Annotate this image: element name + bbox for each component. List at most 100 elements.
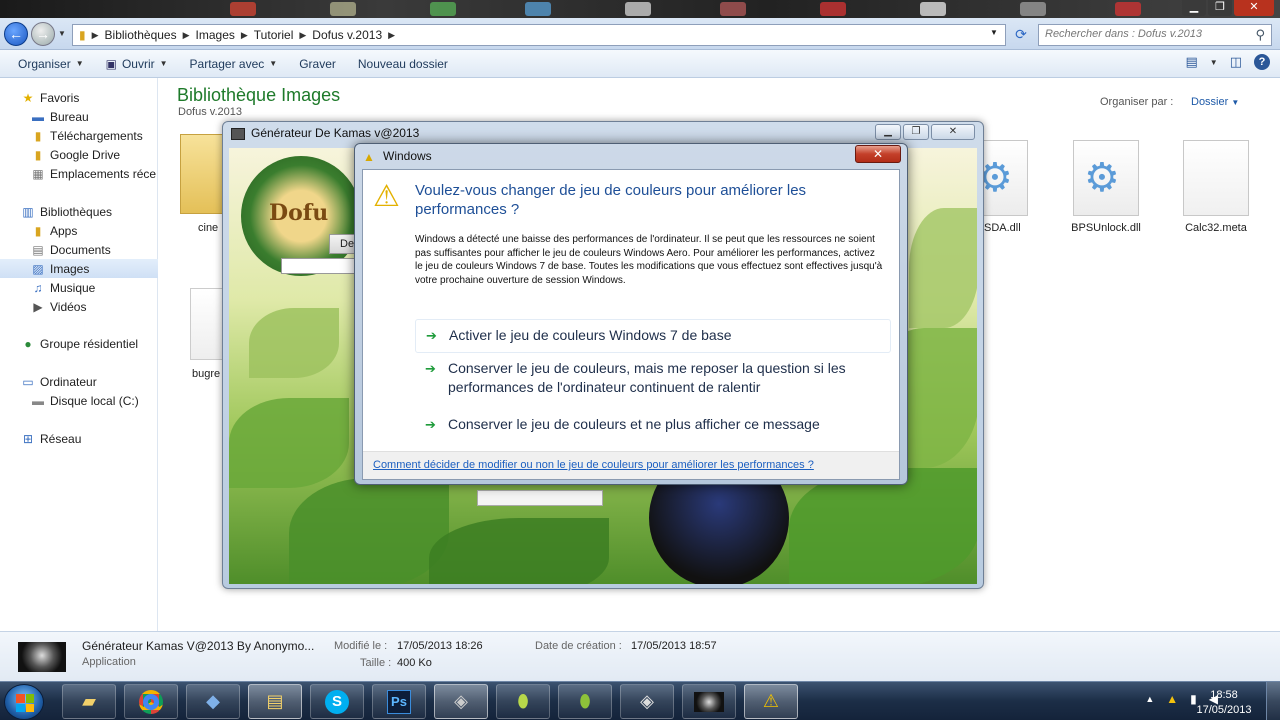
warning-icon: ⚠: [762, 691, 780, 711]
breadcrumb-images[interactable]: Images: [196, 28, 235, 42]
modified-label: Modifié le :: [334, 640, 388, 652]
apps-icon: ▮: [34, 223, 42, 238]
file-item[interactable]: cine: [180, 134, 224, 234]
arrange-by-dropdown[interactable]: Dossier ▼: [1191, 96, 1239, 108]
close-button[interactable]: ✕: [931, 124, 975, 140]
show-desktop-button[interactable]: [1266, 682, 1280, 720]
organize-button[interactable]: Organiser ▼: [18, 57, 84, 71]
start-button[interactable]: [4, 684, 44, 720]
taskbar-photoshop[interactable]: Ps: [372, 684, 426, 719]
color-scheme-dialog[interactable]: ▲ Windows ✕ ⚠ Voulez-vous changer de jeu…: [354, 143, 908, 485]
breadcrumb-libraries[interactable]: Bibliothèques: [105, 28, 177, 42]
taskbar-app-folder[interactable]: ▰: [62, 684, 116, 719]
nav-documents[interactable]: ▤ Documents: [30, 240, 188, 259]
library-subtitle: Dofus v.2013: [178, 106, 243, 118]
maximize-button[interactable]: ❐: [903, 124, 929, 140]
minimize-button[interactable]: ▁: [875, 124, 901, 140]
file-item[interactable]: ⚙ SDA.dll: [982, 140, 1032, 234]
open-label: Ouvrir: [121, 56, 155, 71]
history-dropdown-icon[interactable]: ▼: [58, 29, 66, 38]
nav-homegroup[interactable]: ● Groupe résidentiel: [20, 334, 178, 353]
search-input[interactable]: Rechercher dans : Dofus v.2013 ⚲: [1038, 24, 1272, 46]
file-item[interactable]: Calc32.meta: [1176, 140, 1256, 234]
share-button[interactable]: Partager avec ▼: [190, 57, 278, 71]
warning-icon: ⚠: [373, 180, 400, 213]
address-dropdown-icon[interactable]: ▼: [990, 28, 998, 37]
input-field[interactable]: [281, 258, 361, 274]
taskbar-kamas[interactable]: ◈: [434, 684, 488, 719]
nav-label: Groupe résidentiel: [40, 336, 139, 351]
app-icon: [231, 128, 245, 140]
taskbar-chrome[interactable]: [124, 684, 178, 719]
nav-videos[interactable]: ▶ Vidéos: [30, 297, 188, 316]
file-label: BPSUnlock.dll: [1071, 222, 1141, 234]
taskbar-app-3[interactable]: ◈: [620, 684, 674, 719]
folder-icon: ▰: [82, 691, 96, 711]
google-drive-icon[interactable]: ▲: [1166, 692, 1178, 706]
chevron-down-icon: ▼: [269, 59, 278, 68]
nav-label: Disque local (C:): [50, 393, 139, 408]
file-item[interactable]: ⚙ BPSUnlock.dll: [1066, 140, 1146, 234]
dofus-egg-icon: ⬮: [517, 691, 529, 711]
nav-downloads[interactable]: ▮ Téléchargements: [30, 126, 188, 145]
dialog-close-button[interactable]: ✕: [855, 145, 901, 163]
photoshop-icon: Ps: [387, 689, 411, 714]
minimize-icon[interactable]: ▁: [1182, 0, 1206, 16]
view-options-icon[interactable]: ▤: [1185, 54, 1197, 70]
forward-arrow-icon[interactable]: →: [31, 22, 55, 46]
option-keep-ask-again[interactable]: ➔ Conserver le jeu de couleurs, mais me r…: [415, 359, 891, 397]
chevron-right-icon: ▶: [299, 29, 307, 40]
logo-text: Dofu: [269, 200, 329, 226]
taskbar-warning-dialog[interactable]: ⚠: [744, 684, 798, 719]
nav-label: Google Drive: [50, 147, 121, 162]
open-button[interactable]: ▣ Ouvrir ▼: [106, 57, 168, 71]
breadcrumb-dofus[interactable]: Dofus v.2013: [312, 28, 382, 42]
modified-value: 17/05/2013 18:26: [397, 640, 483, 652]
taskbar-dofus-2[interactable]: ⬮: [558, 684, 612, 719]
document-icon: [190, 288, 224, 360]
chevron-down-icon: ▼: [1231, 98, 1240, 107]
clock[interactable]: 18:58 17/05/2013: [1194, 688, 1254, 718]
arrange-by-value: Dossier: [1191, 96, 1229, 108]
nav-apps[interactable]: ▮ Apps: [30, 221, 188, 240]
nav-recent[interactable]: ▦ Emplacements réce: [30, 164, 158, 183]
back-arrow-icon[interactable]: ←: [4, 22, 28, 46]
nav-computer[interactable]: ▭ Ordinateur: [20, 372, 178, 391]
show-hidden-icons[interactable]: ▲: [1145, 694, 1154, 706]
taskbar-explorer[interactable]: ▤: [248, 684, 302, 719]
refresh-icon[interactable]: ⟳: [1010, 24, 1032, 46]
chevron-down-icon[interactable]: ▼: [1210, 58, 1218, 67]
close-icon[interactable]: ✕: [1234, 0, 1274, 16]
burn-button[interactable]: Graver: [299, 57, 336, 71]
taskbar-dofus-1[interactable]: ⬮: [496, 684, 550, 719]
download-folder-icon: ▮: [34, 128, 42, 143]
nav-images[interactable]: ▨ Images: [0, 259, 158, 278]
nav-favorites[interactable]: ★ Favoris: [20, 88, 178, 107]
nav-local-disk[interactable]: ▬ Disque local (C:): [30, 391, 188, 410]
breadcrumb[interactable]: ▮ ▶ Bibliothèques ▶ Images ▶ Tutoriel ▶ …: [72, 24, 1006, 46]
breadcrumb-tutorial[interactable]: Tutoriel: [254, 28, 294, 42]
nav-desktop[interactable]: ▬ Bureau: [30, 107, 188, 126]
option-enable-basic-theme[interactable]: ➔ Activer le jeu de couleurs Windows 7 de…: [415, 319, 891, 353]
maximize-icon[interactable]: ❐: [1208, 0, 1232, 16]
open-icon: ▣: [105, 56, 117, 71]
taskbar-skype[interactable]: S: [310, 684, 364, 719]
file-item[interactable]: bugre: [190, 288, 224, 380]
option-keep-dont-show[interactable]: ➔ Conserver le jeu de couleurs et ne plus…: [415, 415, 891, 434]
nav-google-drive[interactable]: ▮ Google Drive: [30, 145, 188, 164]
documents-icon: ▤: [32, 242, 44, 257]
preview-pane-icon[interactable]: ◫: [1230, 54, 1242, 70]
taskbar-app-book[interactable]: ◆: [186, 684, 240, 719]
taskbar-anonymous[interactable]: [682, 684, 736, 719]
green-arrow-icon: ➔: [426, 328, 437, 343]
new-folder-button[interactable]: Nouveau dossier: [358, 57, 448, 71]
nav-libraries[interactable]: ▥ Bibliothèques: [20, 202, 178, 221]
app-icon: ◈: [454, 691, 468, 711]
dialog-title: Windows: [383, 149, 432, 163]
warning-icon: ▲: [363, 150, 375, 164]
help-link[interactable]: Comment décider de modifier ou non le je…: [373, 459, 814, 471]
help-icon[interactable]: ?: [1254, 54, 1270, 70]
nav-network[interactable]: ⊞ Réseau: [20, 429, 178, 448]
nav-music[interactable]: ♫ Musique: [30, 278, 188, 297]
disk-icon: ▬: [32, 393, 44, 408]
